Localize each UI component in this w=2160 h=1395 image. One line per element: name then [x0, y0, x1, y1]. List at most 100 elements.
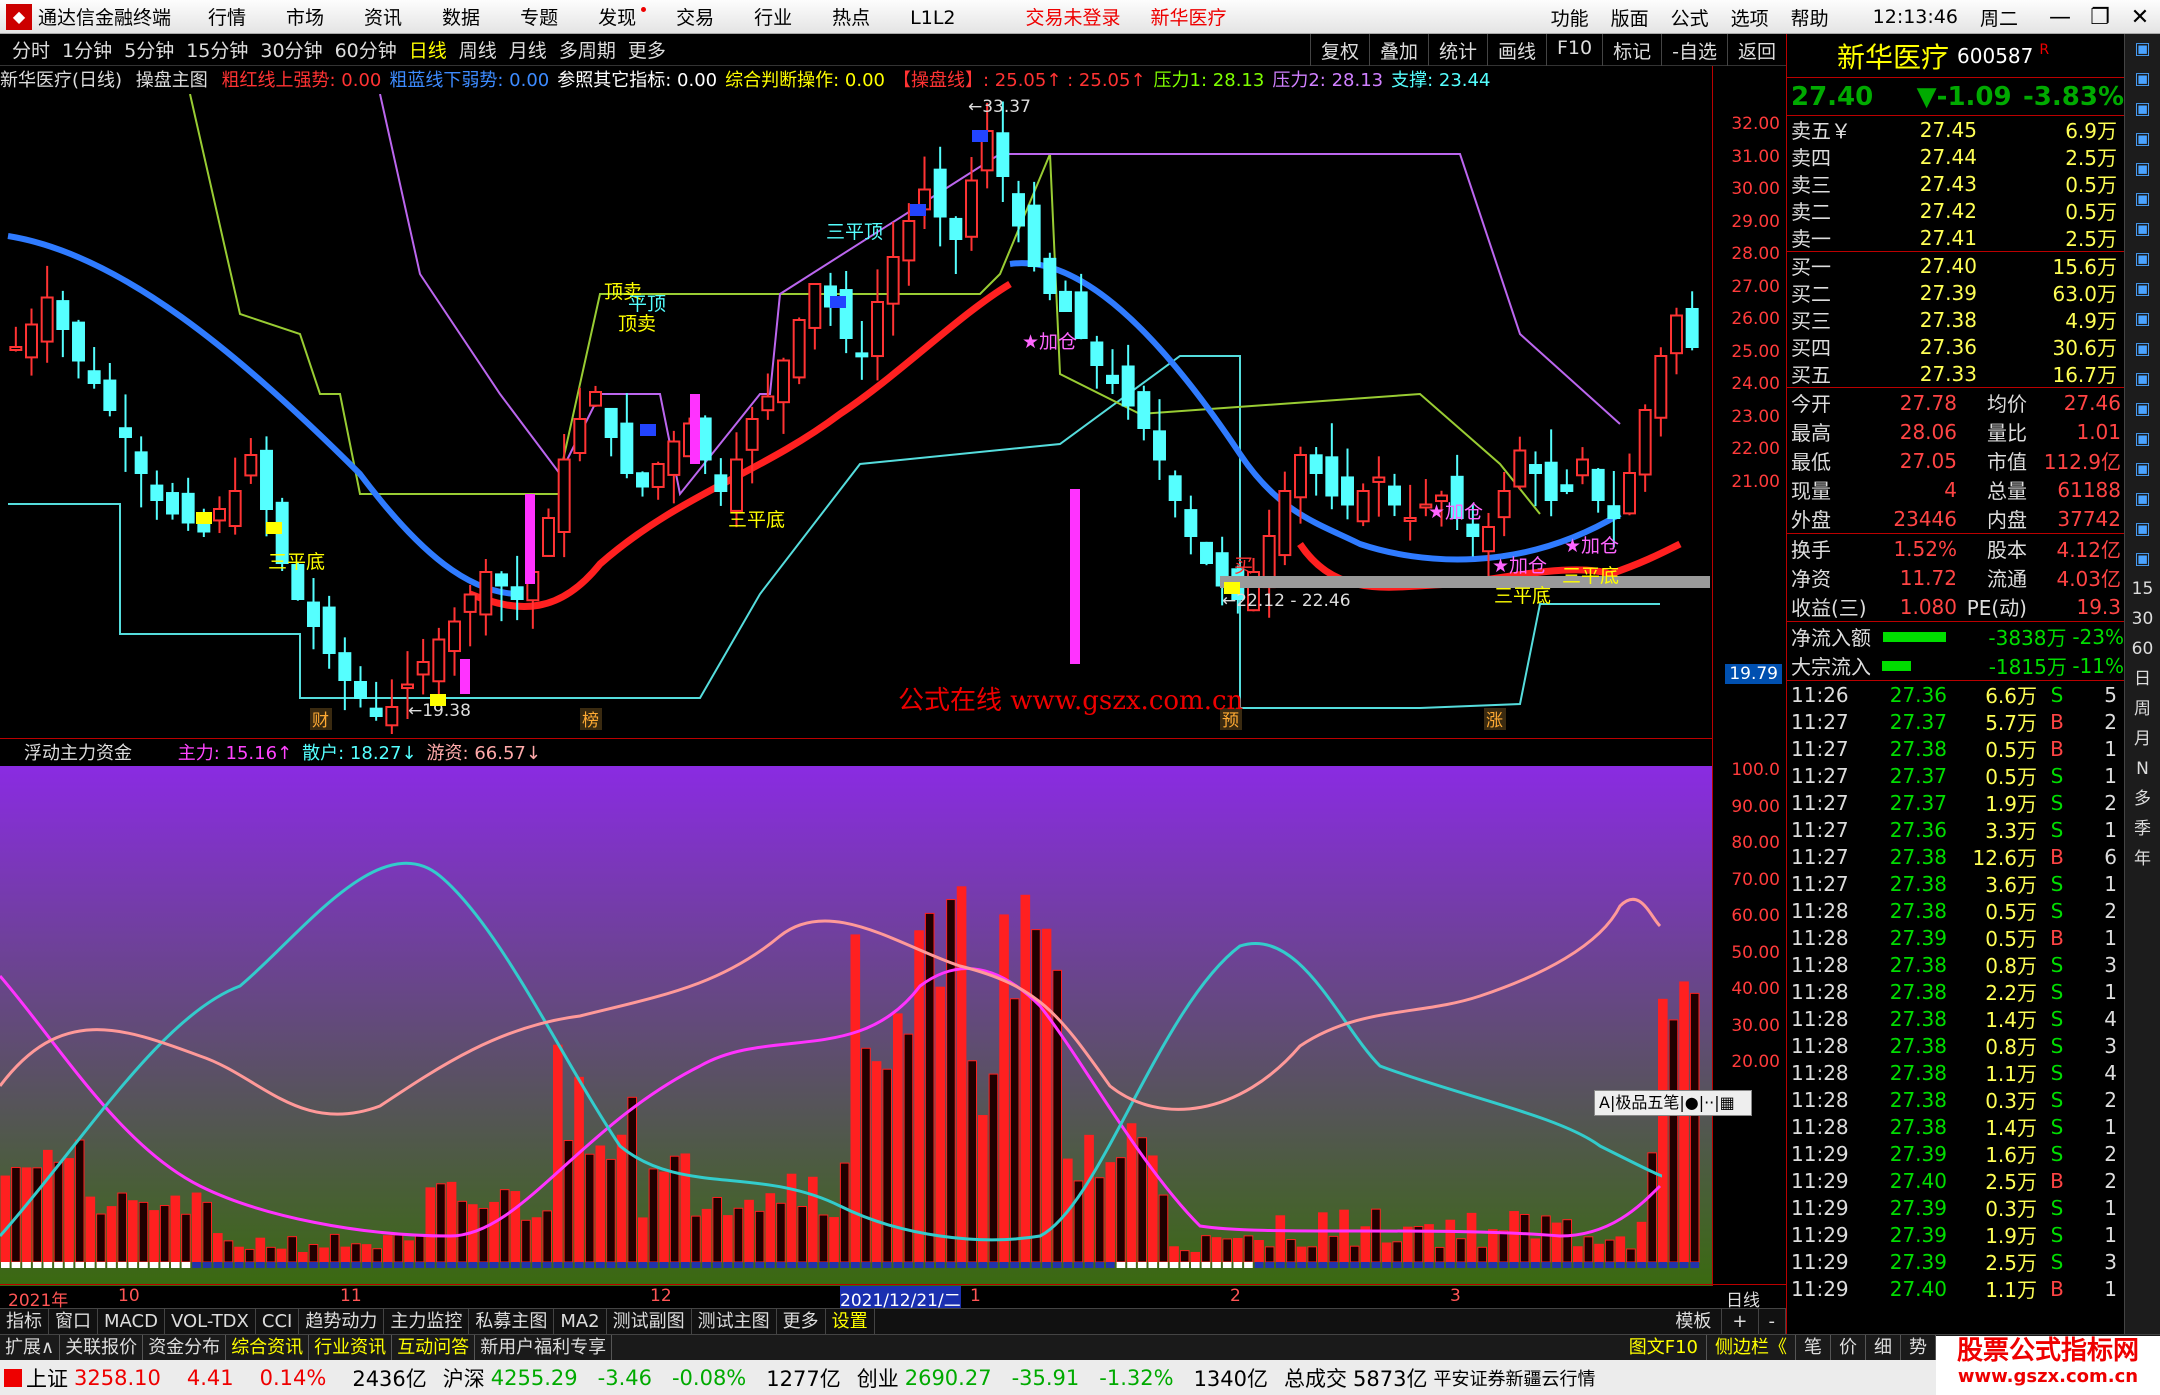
sidebar-period[interactable]: 周 — [2125, 694, 2160, 724]
menu-item[interactable]: 行情 — [208, 7, 246, 29]
bottom-tab[interactable]: 扩展∧ — [0, 1335, 61, 1360]
sz-name[interactable]: 沪深 — [443, 1363, 485, 1393]
ime-toolbar[interactable]: A|极品五笔|●|··|▦ — [1594, 1090, 1752, 1116]
sidebar-period[interactable]: 60 — [2125, 634, 2160, 664]
indicator-tab[interactable]: 设置 — [826, 1309, 875, 1335]
sidebar-tool-icon[interactable]: ▣ — [2125, 214, 2160, 244]
indicator-tab[interactable]: MA2 — [554, 1309, 607, 1335]
period-tab[interactable]: 15分钟 — [186, 36, 248, 63]
bottom-tab[interactable]: 行业资讯 — [309, 1335, 393, 1360]
ask-row[interactable]: 卖五￥ 27.45 6.9万 — [1787, 116, 2124, 144]
sidebar-tool-icon[interactable]: ▣ — [2125, 514, 2160, 544]
period-tab[interactable]: 5分钟 — [124, 36, 174, 63]
sidebar-period[interactable]: 年 — [2125, 844, 2160, 874]
bid-row[interactable]: 买二 27.39 63.0万 — [1787, 279, 2124, 307]
indicator-tab[interactable]: VOL-TDX — [165, 1309, 256, 1335]
period-tab[interactable]: 日线 — [409, 36, 447, 63]
sidebar-period[interactable]: N — [2125, 754, 2160, 784]
menu-item[interactable]: 热点 — [832, 7, 870, 29]
right-menu-item[interactable]: 公式 — [1671, 8, 1709, 30]
kline-chart[interactable]: ←33.37←19.38←22.12 - 22.46三平底三平底三平顶顶卖平顶顶… — [0, 94, 1712, 734]
tool-button[interactable]: 叠加 — [1368, 34, 1428, 66]
sidebar-tool-icon[interactable]: ▣ — [2125, 304, 2160, 334]
sidebar-tool-icon[interactable]: ▣ — [2125, 484, 2160, 514]
sidebar-period[interactable]: 多 — [2125, 784, 2160, 814]
sidebar-tool-icon[interactable]: ▣ — [2125, 64, 2160, 94]
period-tab[interactable]: 60分钟 — [335, 36, 397, 63]
bottom-right-tab[interactable]: 势 — [1901, 1335, 1936, 1361]
tab-right-button[interactable]: - — [1759, 1309, 1786, 1335]
tool-button[interactable]: 画线 — [1486, 34, 1546, 66]
period-tab[interactable]: 周线 — [459, 36, 497, 63]
ask-row[interactable]: 卖三 27.43 0.5万 — [1787, 170, 2124, 198]
bottom-right-tab[interactable]: 图文F10 — [1621, 1335, 1707, 1361]
sidebar-tool-icon[interactable]: ▣ — [2125, 274, 2160, 304]
right-menu-item[interactable]: 版面 — [1611, 8, 1649, 30]
bottom-right-tab[interactable]: 价 — [1831, 1335, 1866, 1361]
sidebar-tool-icon[interactable]: ▣ — [2125, 34, 2160, 64]
bottom-tab[interactable]: 综合资讯 — [226, 1335, 310, 1360]
indicator-tab[interactable]: 测试副图 — [607, 1309, 692, 1335]
sidebar-tool-icon[interactable]: ▣ — [2125, 154, 2160, 184]
sidebar-tool-icon[interactable]: ▣ — [2125, 364, 2160, 394]
ask-row[interactable]: 卖四 27.44 2.5万 — [1787, 143, 2124, 171]
stock-name[interactable]: 新华医疗 — [1837, 36, 1949, 76]
indicator-tab[interactable]: 测试主图 — [692, 1309, 777, 1335]
bottom-right-tab[interactable]: 侧边栏《 — [1707, 1335, 1796, 1361]
indicator-tab[interactable]: 趋势动力 — [299, 1309, 385, 1335]
bid-row[interactable]: 买三 27.38 4.9万 — [1787, 306, 2124, 334]
ask-row[interactable]: 卖一 27.41 2.5万 — [1787, 224, 2124, 252]
sidebar-tool-icon[interactable]: ▣ — [2125, 424, 2160, 454]
tool-button[interactable]: 标记 — [1602, 34, 1661, 66]
restore-icon[interactable]: ❐ — [2080, 5, 2120, 30]
menu-item[interactable]: 发现 — [598, 7, 636, 29]
bottom-tab[interactable]: 关联报价 — [60, 1335, 144, 1360]
tick-list[interactable]: 11:26 27.36 6.6万 S 5 11:27 27.37 5.7万 B 2 11:27 27.… — [1787, 681, 2124, 1303]
menu-item[interactable]: L1L2 — [910, 7, 955, 29]
right-menu-item[interactable]: 功能 — [1551, 8, 1589, 30]
sidebar-tool-icon[interactable]: ▣ — [2125, 184, 2160, 214]
sidebar-tool-icon[interactable]: ▣ — [2125, 244, 2160, 274]
stock-notice[interactable]: 新华医疗 — [1151, 3, 1227, 30]
tool-button[interactable]: 返回 — [1726, 34, 1786, 66]
sidebar-period[interactable]: 月 — [2125, 724, 2160, 754]
tool-button[interactable]: 复权 — [1309, 34, 1369, 66]
menu-item[interactable]: 交易 — [676, 7, 714, 29]
menu-item[interactable]: 数据 — [442, 7, 480, 29]
right-menu-item[interactable]: 帮助 — [1791, 8, 1829, 30]
sidebar-tool-icon[interactable]: ▣ — [2125, 94, 2160, 124]
period-tab[interactable]: 1分钟 — [62, 36, 112, 63]
indicator-tab[interactable]: MACD — [98, 1309, 165, 1335]
sidebar-tool-icon[interactable]: ▣ — [2125, 454, 2160, 484]
minimize-icon[interactable]: — — [2040, 5, 2080, 30]
bottom-tab[interactable]: 新用户福利专享 — [475, 1335, 613, 1360]
close-icon[interactable]: ✕ — [2120, 5, 2160, 30]
period-tab[interactable]: 更多 — [628, 36, 666, 63]
sh-name[interactable]: 上证 — [26, 1363, 68, 1393]
capital-flow-chart[interactable] — [0, 766, 1712, 1286]
menu-item[interactable]: 专题 — [520, 7, 558, 29]
indicator-tab[interactable]: CCI — [256, 1309, 300, 1335]
sidebar-tool-icon[interactable]: ▣ — [2125, 544, 2160, 574]
period-tab[interactable]: 月线 — [509, 36, 547, 63]
sidebar-period[interactable]: 15 — [2125, 574, 2160, 604]
sub-indicator-name[interactable]: 浮动主力资金 — [24, 743, 132, 764]
tool-button[interactable]: 统计 — [1427, 34, 1487, 66]
cy-name[interactable]: 创业 — [857, 1363, 899, 1393]
bottom-right-tab[interactable]: 细 — [1866, 1335, 1901, 1361]
indicator-tab[interactable]: 主力监控 — [384, 1309, 470, 1335]
tab-right-button[interactable]: + — [1722, 1309, 1759, 1335]
sidebar-period[interactable]: 日 — [2125, 664, 2160, 694]
indicator-tab[interactable]: 窗口 — [49, 1309, 98, 1335]
bottom-tab[interactable]: 资金分布 — [143, 1335, 227, 1360]
tab-right-button[interactable]: 模板 — [1665, 1309, 1723, 1335]
ask-row[interactable]: 卖二 27.42 0.5万 — [1787, 197, 2124, 225]
indicator-tab[interactable]: 更多 — [777, 1309, 826, 1335]
sidebar-period[interactable]: 季 — [2125, 814, 2160, 844]
period-tab[interactable]: 多周期 — [559, 36, 616, 63]
tool-button[interactable]: F10 — [1546, 34, 1602, 66]
tool-button[interactable]: -自选 — [1661, 34, 1727, 66]
formula-name[interactable]: 操盘主图 — [136, 70, 208, 91]
login-notice[interactable]: 交易未登录 — [1026, 3, 1121, 30]
sidebar-tool-icon[interactable]: ▣ — [2125, 394, 2160, 424]
